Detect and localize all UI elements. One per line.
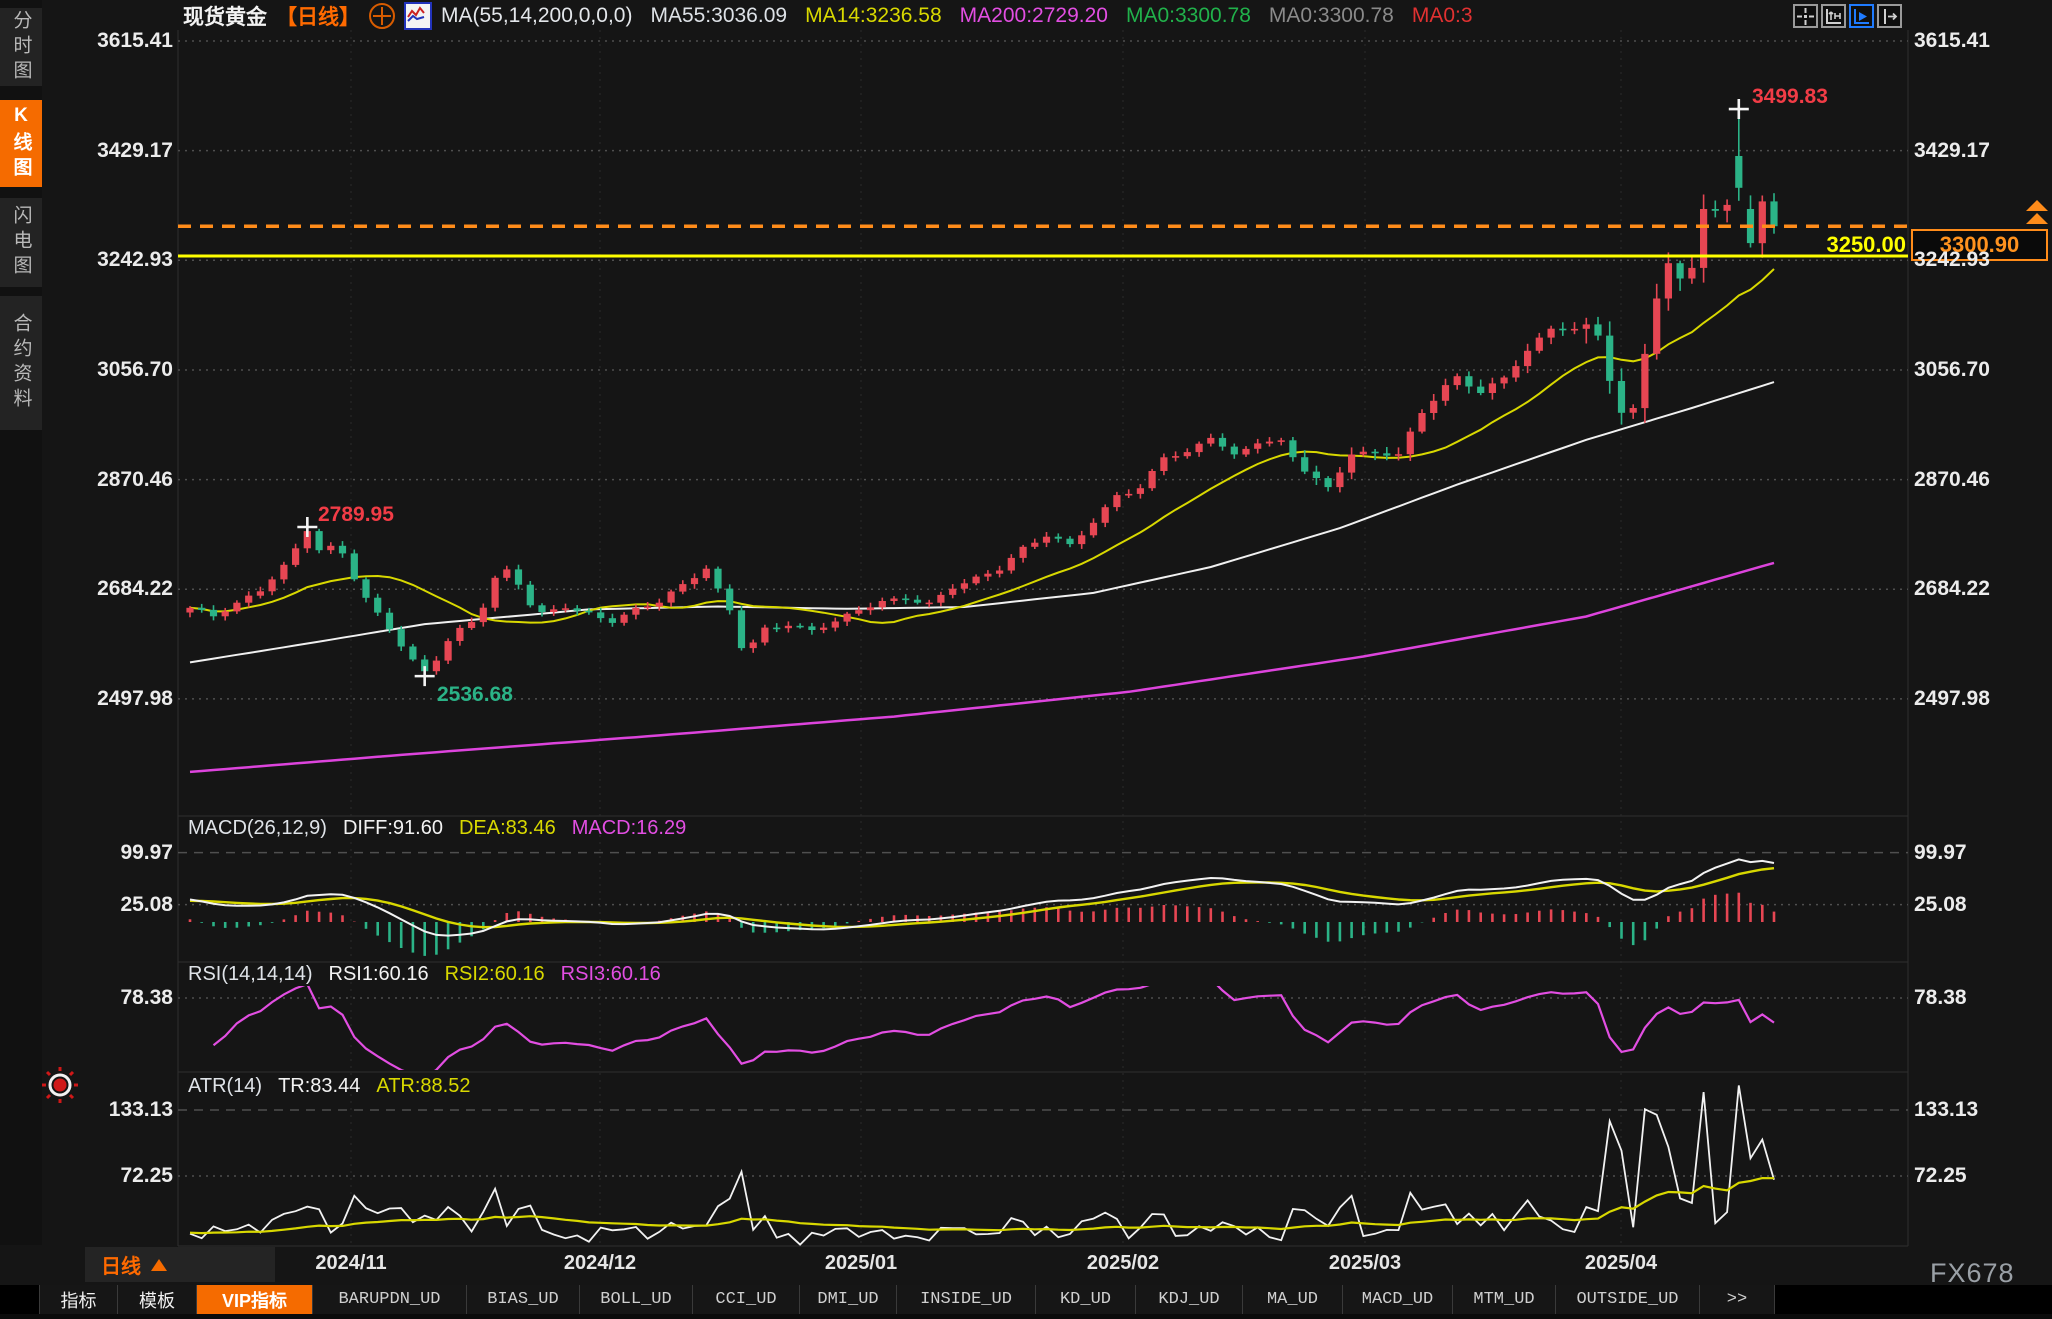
crosshair-tool-button[interactable] <box>1793 4 1818 28</box>
kline-style-icon[interactable] <box>404 2 432 30</box>
high-price-label: 3499.83 <box>1752 85 1828 109</box>
symbol-name: 现货黄金 <box>183 1 267 31</box>
alert-price-label[interactable]: 3250.00 <box>1760 232 1906 258</box>
atr-axis-label-left: 133.13 <box>45 1098 173 1122</box>
oct-peak-label: 2789.95 <box>318 503 394 527</box>
macd-segment-2: DIFF:91.60 <box>343 817 443 840</box>
sidebar-item-1[interactable]: 分时图 <box>0 8 42 86</box>
rsi-header: RSI(14,14,14) RSI1:60.16 RSI2:60.16 RSI3:60… <box>188 963 661 986</box>
price-axis-label-right: 3615.41 <box>1914 29 1990 53</box>
price-axis-label-left: 3429.17 <box>45 139 173 163</box>
axis-play-tool-button[interactable] <box>1849 4 1874 28</box>
macd-axis-label-right: 99.97 <box>1914 841 1967 865</box>
chart-application: 分时图 K线图闪电图合约资料 现货黄金 【日线】 MA(55,14,200,0,0… <box>0 0 2052 1314</box>
toolbar-tab-kdjud[interactable]: KDJ_UD <box>1136 1285 1243 1314</box>
ma-readout-segment-5: MA0:3300.78 <box>1126 4 1251 28</box>
chart-canvas[interactable] <box>0 0 2052 1319</box>
axis-shift-tool-button[interactable] <box>1877 4 1902 28</box>
price-axis-label-right: 2870.46 <box>1914 468 1990 492</box>
x-axis-label: 2024/11 <box>315 1252 386 1275</box>
rsi-segment-2: RSI1:60.16 <box>329 963 429 986</box>
price-axis-label-right: 3242.93 <box>1914 248 1990 272</box>
period-selector[interactable]: 日线 <box>85 1247 275 1282</box>
period-label: 日线 <box>101 1250 141 1279</box>
toolbar-filler <box>1775 1285 2052 1314</box>
x-axis-label: 2024/12 <box>564 1252 636 1275</box>
axis-scale-tool-button[interactable] <box>1821 4 1846 28</box>
ma-readout-segment-3: MA14:3236.58 <box>805 4 942 28</box>
toolbar-tab-insideud[interactable]: INSIDE_UD <box>897 1285 1036 1314</box>
atr-segment-1: ATR(14) <box>188 1075 262 1098</box>
period-tag[interactable]: 【日线】 <box>276 1 360 31</box>
price-axis-label-left: 3242.93 <box>45 248 173 272</box>
price-axis-label-right: 2684.22 <box>1914 577 1990 601</box>
x-axis-label: 2025/04 <box>1585 1252 1657 1275</box>
sidebar-item-2[interactable]: K线图 <box>0 100 42 187</box>
price-axis-label-right: 3056.70 <box>1914 358 1990 382</box>
indicator-toolbar: 指标模板VIP指标BARUPDN_UDBIAS_UDBOLL_UDCCI_UDD… <box>0 1285 2052 1314</box>
rsi-axis-label-right: 78.38 <box>1914 986 1967 1010</box>
price-axis-label-right: 2497.98 <box>1914 687 1990 711</box>
ma-readout-segment-6: MA0:3300.78 <box>1269 4 1394 28</box>
toolbar-tab->>[interactable]: >> <box>1700 1285 1775 1314</box>
nov-trough-label: 2536.68 <box>437 683 513 707</box>
sidebar-item-4[interactable]: 合约资料 <box>0 296 42 430</box>
toolbar-tab-mtmud[interactable]: MTM_UD <box>1453 1285 1556 1314</box>
x-axis-label: 2025/01 <box>825 1252 897 1275</box>
toolbar-tab-bollud[interactable]: BOLL_UD <box>580 1285 693 1314</box>
toolbar-tab-[interactable]: 指标 <box>40 1285 118 1314</box>
price-up-arrows-icon <box>2026 200 2048 226</box>
atr-axis-label-right: 133.13 <box>1914 1098 1978 1122</box>
rsi-segment-1: RSI(14,14,14) <box>188 963 313 986</box>
atr-axis-label-right: 72.25 <box>1914 1164 1967 1188</box>
rsi-axis-label-left: 78.38 <box>45 986 173 1010</box>
price-axis-label-left: 2870.46 <box>45 468 173 492</box>
macd-axis-label-left: 25.08 <box>45 893 173 917</box>
triangle-up-icon <box>151 1259 167 1271</box>
ma-readout-segment-2: MA55:3036.09 <box>650 4 787 28</box>
ma-readout-segment-1: MA(55,14,200,0,0,0) <box>441 4 632 28</box>
axis-toolbar <box>1793 4 1902 28</box>
price-axis-label-left: 3056.70 <box>45 358 173 382</box>
toolbar-spacer <box>0 1285 40 1314</box>
toolbar-tab-barupdnud[interactable]: BARUPDN_UD <box>313 1285 467 1314</box>
toolbar-tab-maud[interactable]: MA_UD <box>1243 1285 1343 1314</box>
macd-axis-label-left: 99.97 <box>45 841 173 865</box>
price-axis-label-left: 2497.98 <box>45 687 173 711</box>
atr-segment-2: TR:83.44 <box>278 1075 360 1098</box>
macd-segment-4: MACD:16.29 <box>572 817 687 840</box>
chart-header: 现货黄金 【日线】 MA(55,14,200,0,0,0) MA55:3036.0… <box>183 2 1473 30</box>
sidebar-item-3[interactable]: 闪电图 <box>0 198 42 287</box>
atr-axis-label-left: 72.25 <box>45 1164 173 1188</box>
price-axis-label-right: 3429.17 <box>1914 139 1990 163</box>
add-overlay-icon[interactable] <box>369 3 395 29</box>
macd-header: MACD(26,12,9) DIFF:91.60 DEA:83.46 MACD:16.… <box>188 817 686 840</box>
price-axis-label-left: 3615.41 <box>45 29 173 53</box>
ma-readout-segment-4: MA200:2729.20 <box>960 4 1108 28</box>
macd-segment-3: DEA:83.46 <box>459 817 556 840</box>
toolbar-tab-outsideud[interactable]: OUTSIDE_UD <box>1556 1285 1700 1314</box>
ma-readout-segment-7: MA0:3 <box>1412 4 1473 28</box>
x-axis-label: 2025/02 <box>1087 1252 1159 1275</box>
toolbar-tab-[interactable]: 模板 <box>118 1285 197 1314</box>
macd-axis-label-right: 25.08 <box>1914 893 1967 917</box>
toolbar-tab-macdud[interactable]: MACD_UD <box>1343 1285 1453 1314</box>
atr-segment-3: ATR:88.52 <box>376 1075 470 1098</box>
sidebar: 分时图 K线图闪电图合约资料 <box>0 0 42 1245</box>
toolbar-tab-cciud[interactable]: CCI_UD <box>693 1285 800 1314</box>
toolbar-tab-dmiud[interactable]: DMI_UD <box>800 1285 897 1314</box>
x-axis-label: 2025/03 <box>1329 1252 1401 1275</box>
rsi-segment-3: RSI2:60.16 <box>445 963 545 986</box>
toolbar-tab-vip[interactable]: VIP指标 <box>197 1285 313 1314</box>
toolbar-tab-biasud[interactable]: BIAS_UD <box>467 1285 580 1314</box>
atr-header: ATR(14) TR:83.44 ATR:88.52 <box>188 1075 470 1098</box>
rsi-segment-4: RSI3:60.16 <box>561 963 661 986</box>
macd-segment-1: MACD(26,12,9) <box>188 817 327 840</box>
toolbar-tab-kdud[interactable]: KD_UD <box>1036 1285 1136 1314</box>
price-axis-label-left: 2684.22 <box>45 577 173 601</box>
ma-readout: MA(55,14,200,0,0,0) MA55:3036.09 MA14:3236… <box>441 4 1473 28</box>
